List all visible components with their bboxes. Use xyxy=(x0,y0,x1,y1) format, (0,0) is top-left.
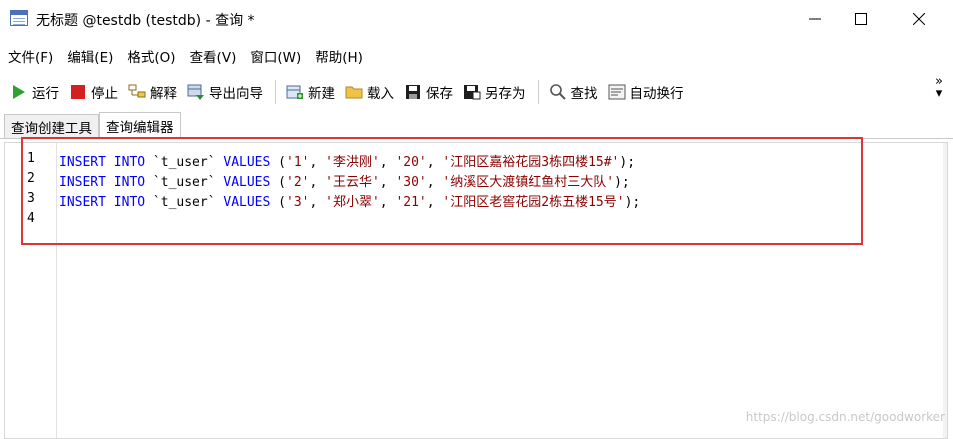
export-icon xyxy=(187,83,205,101)
save-button[interactable]: 保存 xyxy=(400,78,457,106)
editor-tabs: 查询创建工具 查询编辑器 xyxy=(0,112,181,138)
explain-icon xyxy=(128,83,146,101)
new-query-icon xyxy=(286,83,304,101)
menu-bar: 文件(F) 编辑(E) 格式(O) 查看(V) 窗口(W) 帮助(H) xyxy=(0,44,369,68)
explain-label: 解释 xyxy=(150,86,177,102)
toolbar: 运行 停止 解释 导出向导 新建 载入 保存 另存为 查找 自动换行 xyxy=(0,76,953,108)
explain-button[interactable]: 解释 xyxy=(124,78,181,106)
toolbar-separator xyxy=(537,80,539,104)
tab-query-builder[interactable]: 查询创建工具 xyxy=(4,114,99,138)
word-wrap-button[interactable]: 自动换行 xyxy=(604,78,688,106)
search-icon xyxy=(549,83,567,101)
stop-label: 停止 xyxy=(91,86,118,102)
new-label: 新建 xyxy=(308,86,335,102)
stop-icon xyxy=(69,83,87,101)
window-title: 无标题 @testdb (testdb) - 查询 * xyxy=(36,13,255,29)
close-button[interactable] xyxy=(896,0,942,38)
close-icon xyxy=(913,13,925,25)
query-app-icon xyxy=(10,10,28,26)
line-gutter xyxy=(5,143,57,438)
save-as-button[interactable]: 另存为 xyxy=(459,78,530,106)
save-icon xyxy=(404,83,422,101)
word-wrap-icon xyxy=(608,83,626,101)
menu-file[interactable]: 文件(F) xyxy=(0,46,59,66)
menu-format[interactable]: 格式(O) xyxy=(119,46,181,66)
line-number: 2 xyxy=(27,171,35,186)
minimize-icon xyxy=(809,18,821,20)
folder-icon xyxy=(345,83,363,101)
word-wrap-label: 自动换行 xyxy=(629,86,684,102)
save-as-icon xyxy=(463,83,481,101)
maximize-button[interactable] xyxy=(838,0,884,38)
vertical-scrollbar[interactable] xyxy=(943,143,947,438)
play-icon xyxy=(10,83,28,101)
run-button[interactable]: 运行 xyxy=(6,78,63,106)
menu-view[interactable]: 查看(V) xyxy=(182,46,243,66)
line-number: 4 xyxy=(27,211,35,226)
line-number: 1 xyxy=(27,151,35,166)
menu-help[interactable]: 帮助(H) xyxy=(307,46,369,66)
export-wizard-button[interactable]: 导出向导 xyxy=(183,78,267,106)
toolbar-separator xyxy=(275,80,276,104)
code-line: INSERT INTO `t_user` VALUES ('2', '王云华',… xyxy=(59,175,630,190)
new-button[interactable]: 新建 xyxy=(282,78,339,106)
menu-window[interactable]: 窗口(W) xyxy=(242,46,307,66)
load-label: 载入 xyxy=(367,86,394,102)
minimize-button[interactable] xyxy=(792,0,838,38)
code-line: INSERT INTO `t_user` VALUES ('3', '郑小翠',… xyxy=(59,195,641,210)
code-line: INSERT INTO `t_user` VALUES ('1', '李洪刚',… xyxy=(59,155,636,170)
maximize-icon xyxy=(855,13,867,25)
export-wizard-label: 导出向导 xyxy=(209,86,263,102)
title-bar: 无标题 @testdb (testdb) - 查询 * xyxy=(0,0,953,38)
stop-button[interactable]: 停止 xyxy=(65,78,122,106)
save-as-label: 另存为 xyxy=(485,86,526,102)
watermark: https://blog.csdn.net/goodworker xyxy=(745,410,945,424)
load-button[interactable]: 载入 xyxy=(341,78,398,106)
save-label: 保存 xyxy=(426,86,453,102)
find-button[interactable]: 查找 xyxy=(545,78,602,106)
menu-edit[interactable]: 编辑(E) xyxy=(59,46,119,66)
find-label: 查找 xyxy=(570,86,598,102)
tab-query-editor[interactable]: 查询编辑器 xyxy=(99,112,181,138)
chevron-down-icon: ▾ xyxy=(935,86,943,101)
sql-editor[interactable]: 1 2 3 4 INSERT INTO `t_user` VALUES ('1'… xyxy=(4,142,948,439)
toolbar-overflow-button[interactable]: » ▾ xyxy=(935,75,943,101)
run-label: 运行 xyxy=(32,86,59,102)
tab-divider xyxy=(0,138,953,139)
line-number: 3 xyxy=(27,191,35,206)
